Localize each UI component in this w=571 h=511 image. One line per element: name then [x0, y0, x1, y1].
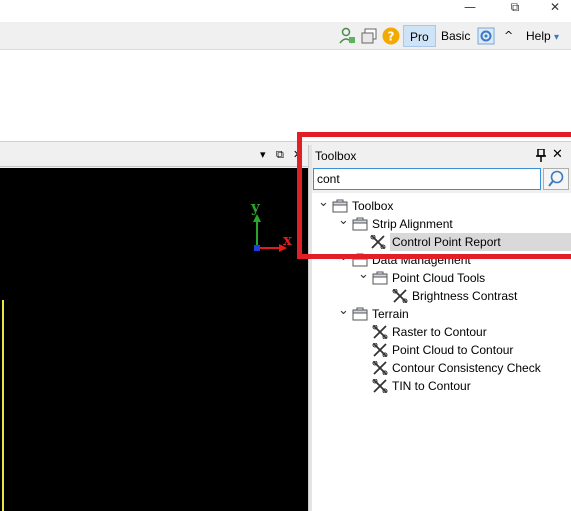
toolbox-search-bar [312, 167, 571, 193]
tree-folder-terrain[interactable]: ⌄ Terrain [312, 304, 571, 323]
svg-text:?: ? [388, 30, 395, 44]
axis-x-label: x [283, 231, 293, 249]
title-bar: — ⧉ ✕ [0, 0, 571, 22]
pin-icon[interactable] [536, 149, 546, 162]
settings-gear-icon[interactable] [477, 27, 495, 45]
expand-chevron-icon[interactable]: ⌄ [358, 268, 369, 287]
expand-chevron-icon[interactable]: ⌄ [338, 214, 349, 233]
tool-icon [372, 324, 388, 340]
toolbox-title-bar: Toolbox ✕ [312, 145, 571, 167]
tree-tool-contour-consistency-check[interactable]: Contour Consistency Check [312, 359, 571, 377]
basic-mode-button[interactable]: Basic [435, 25, 476, 47]
tool-icon [372, 360, 388, 376]
view-float-button[interactable]: ⧉ [276, 148, 284, 162]
toolbox-tree: ⌄ Toolbox ⌄ Strip Alignment Control Point Re… [312, 196, 571, 507]
copy-windows-icon[interactable] [360, 27, 378, 45]
tree-folder-point-cloud-tools[interactable]: ⌄ Point Cloud Tools [312, 268, 571, 287]
toolbox-close-button[interactable]: ✕ [552, 147, 563, 162]
close-window-button[interactable]: ✕ [540, 0, 570, 16]
tree-node-label: TIN to Contour [392, 379, 471, 393]
tree-folder-data-management[interactable]: ⌄ Data Management [312, 250, 571, 269]
axis-y-label: y [250, 198, 261, 216]
ribbon-area [0, 50, 571, 142]
tool-icon [370, 234, 386, 250]
tree-node-label: Toolbox [352, 199, 394, 213]
help-menu[interactable]: Help ▾ [520, 25, 565, 47]
tree-tool-brightness-contrast[interactable]: Brightness Contrast [312, 287, 571, 305]
tree-node-label: Brightness Contrast [412, 289, 518, 303]
toolbox-panel: Toolbox ✕ ⌄Toolbox⌄Strip AlignmentContro… [312, 145, 571, 511]
tree-tool-raster-to-contour[interactable]: Raster to Contour [312, 323, 571, 341]
view-menu-button[interactable]: ▾ [260, 148, 266, 161]
toolbox-folder-icon [352, 217, 368, 231]
tree-node-label: Point Cloud Tools [392, 271, 486, 285]
toolbox-folder-icon [372, 271, 388, 285]
toolbox-folder-icon [352, 307, 368, 321]
tree-folder-strip-alignment[interactable]: ⌄ Strip Alignment [312, 214, 571, 233]
3d-viewport[interactable]: y x [0, 168, 308, 511]
top-toolbar: ? Pro Basic ^ Help ▾ [0, 22, 571, 50]
tool-icon [392, 288, 408, 304]
minimize-button[interactable]: — [455, 0, 485, 16]
chevron-down-icon: ▾ [554, 32, 560, 43]
expand-chevron-icon[interactable]: ⌄ [318, 196, 329, 215]
tree-tool-control-point-report[interactable]: Control Point Report [370, 233, 571, 251]
tool-icon [372, 378, 388, 394]
search-button[interactable] [543, 168, 569, 190]
search-icon [548, 170, 564, 187]
tree-tool-tin-to-contour[interactable]: TIN to Contour [312, 377, 571, 395]
tree-node-label: Point Cloud to Contour [392, 343, 514, 357]
tree-tool-point-cloud-to-contour[interactable]: Point Cloud to Contour [312, 341, 571, 359]
help-menu-label: Help [526, 29, 551, 43]
expand-chevron-icon[interactable]: ⌄ [338, 250, 349, 269]
pro-mode-button[interactable]: Pro [403, 25, 436, 47]
tree-folder-toolbox[interactable]: ⌄ Toolbox [312, 196, 571, 215]
tool-icon [372, 342, 388, 358]
toolbox-title: Toolbox [315, 149, 357, 163]
help-question-icon[interactable]: ? [382, 27, 400, 45]
tree-node-label: Raster to Contour [392, 325, 487, 339]
toolbox-search-input[interactable] [313, 168, 541, 190]
tree-node-label: Strip Alignment [372, 217, 453, 231]
selection-edge [0, 300, 4, 511]
toolbox-folder-icon [352, 253, 368, 267]
axis-gizmo: y x [250, 198, 293, 252]
tree-node-label: Contour Consistency Check [392, 361, 541, 375]
tree-node-label: Terrain [372, 307, 409, 321]
toolbox-folder-icon [332, 199, 348, 213]
collapse-ribbon-button[interactable]: ^ [498, 25, 519, 47]
user-license-icon[interactable] [338, 27, 356, 45]
tree-node-label: Control Point Report [392, 235, 501, 249]
view-header: ▾ ⧉ ✕ [0, 145, 308, 167]
restore-button[interactable]: ⧉ [500, 0, 530, 16]
expand-chevron-icon[interactable]: ⌄ [338, 304, 349, 323]
tree-node-label: Data Management [372, 253, 471, 267]
view-close-button[interactable]: ✕ [293, 148, 302, 161]
